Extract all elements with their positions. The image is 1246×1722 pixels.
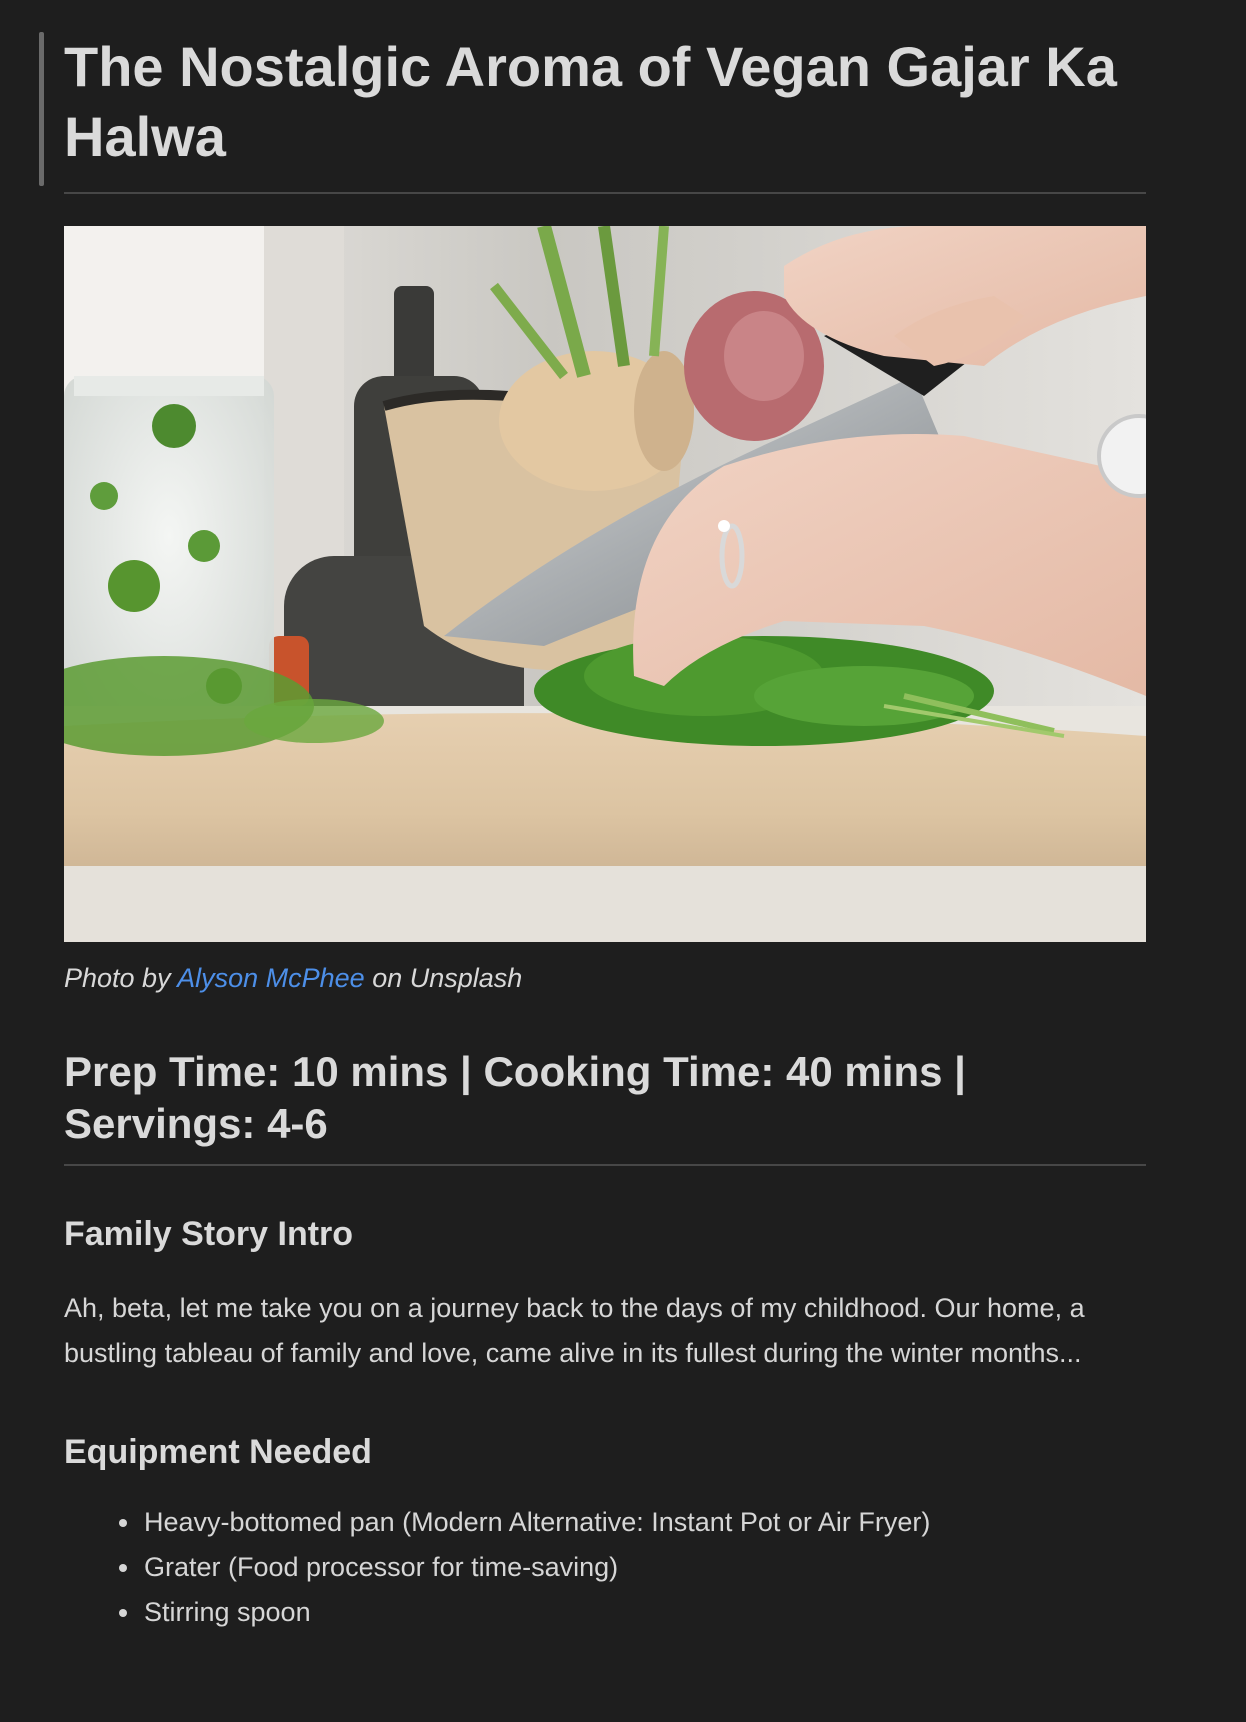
list-item: Stirring spoon [119,1590,1146,1635]
caption-suffix: on Unsplash [372,963,523,993]
equipment-heading: Equipment Needed [64,1433,372,1471]
page-title: The Nostalgic Aroma of Vegan Gajar Ka Ha… [64,32,1146,194]
recipe-meta-heading: Prep Time: 10 mins | Cooking Time: 40 mi… [64,1046,1146,1166]
photo-caption: Photo by Alyson McPhee on Unsplash [64,960,1146,996]
list-item: Grater (Food processor for time-saving) [119,1545,1146,1590]
title-accent-bar [39,32,44,186]
title-block: The Nostalgic Aroma of Vegan Gajar Ka Ha… [39,0,1146,194]
equipment-list: Heavy-bottomed pan (Modern Alternative: … [64,1500,1146,1635]
hero-photo [64,226,1146,942]
list-item: Heavy-bottomed pan (Modern Alternative: … [119,1500,1146,1545]
story-paragraph: Ah, beta, let me take you on a journey b… [64,1293,1085,1368]
article: The Nostalgic Aroma of Vegan Gajar Ka Ha… [39,0,1146,1635]
story-heading: Family Story Intro [64,1215,354,1253]
caption-prefix: Photo by [64,963,171,993]
photographer-link[interactable]: Alyson McPhee [177,963,365,993]
